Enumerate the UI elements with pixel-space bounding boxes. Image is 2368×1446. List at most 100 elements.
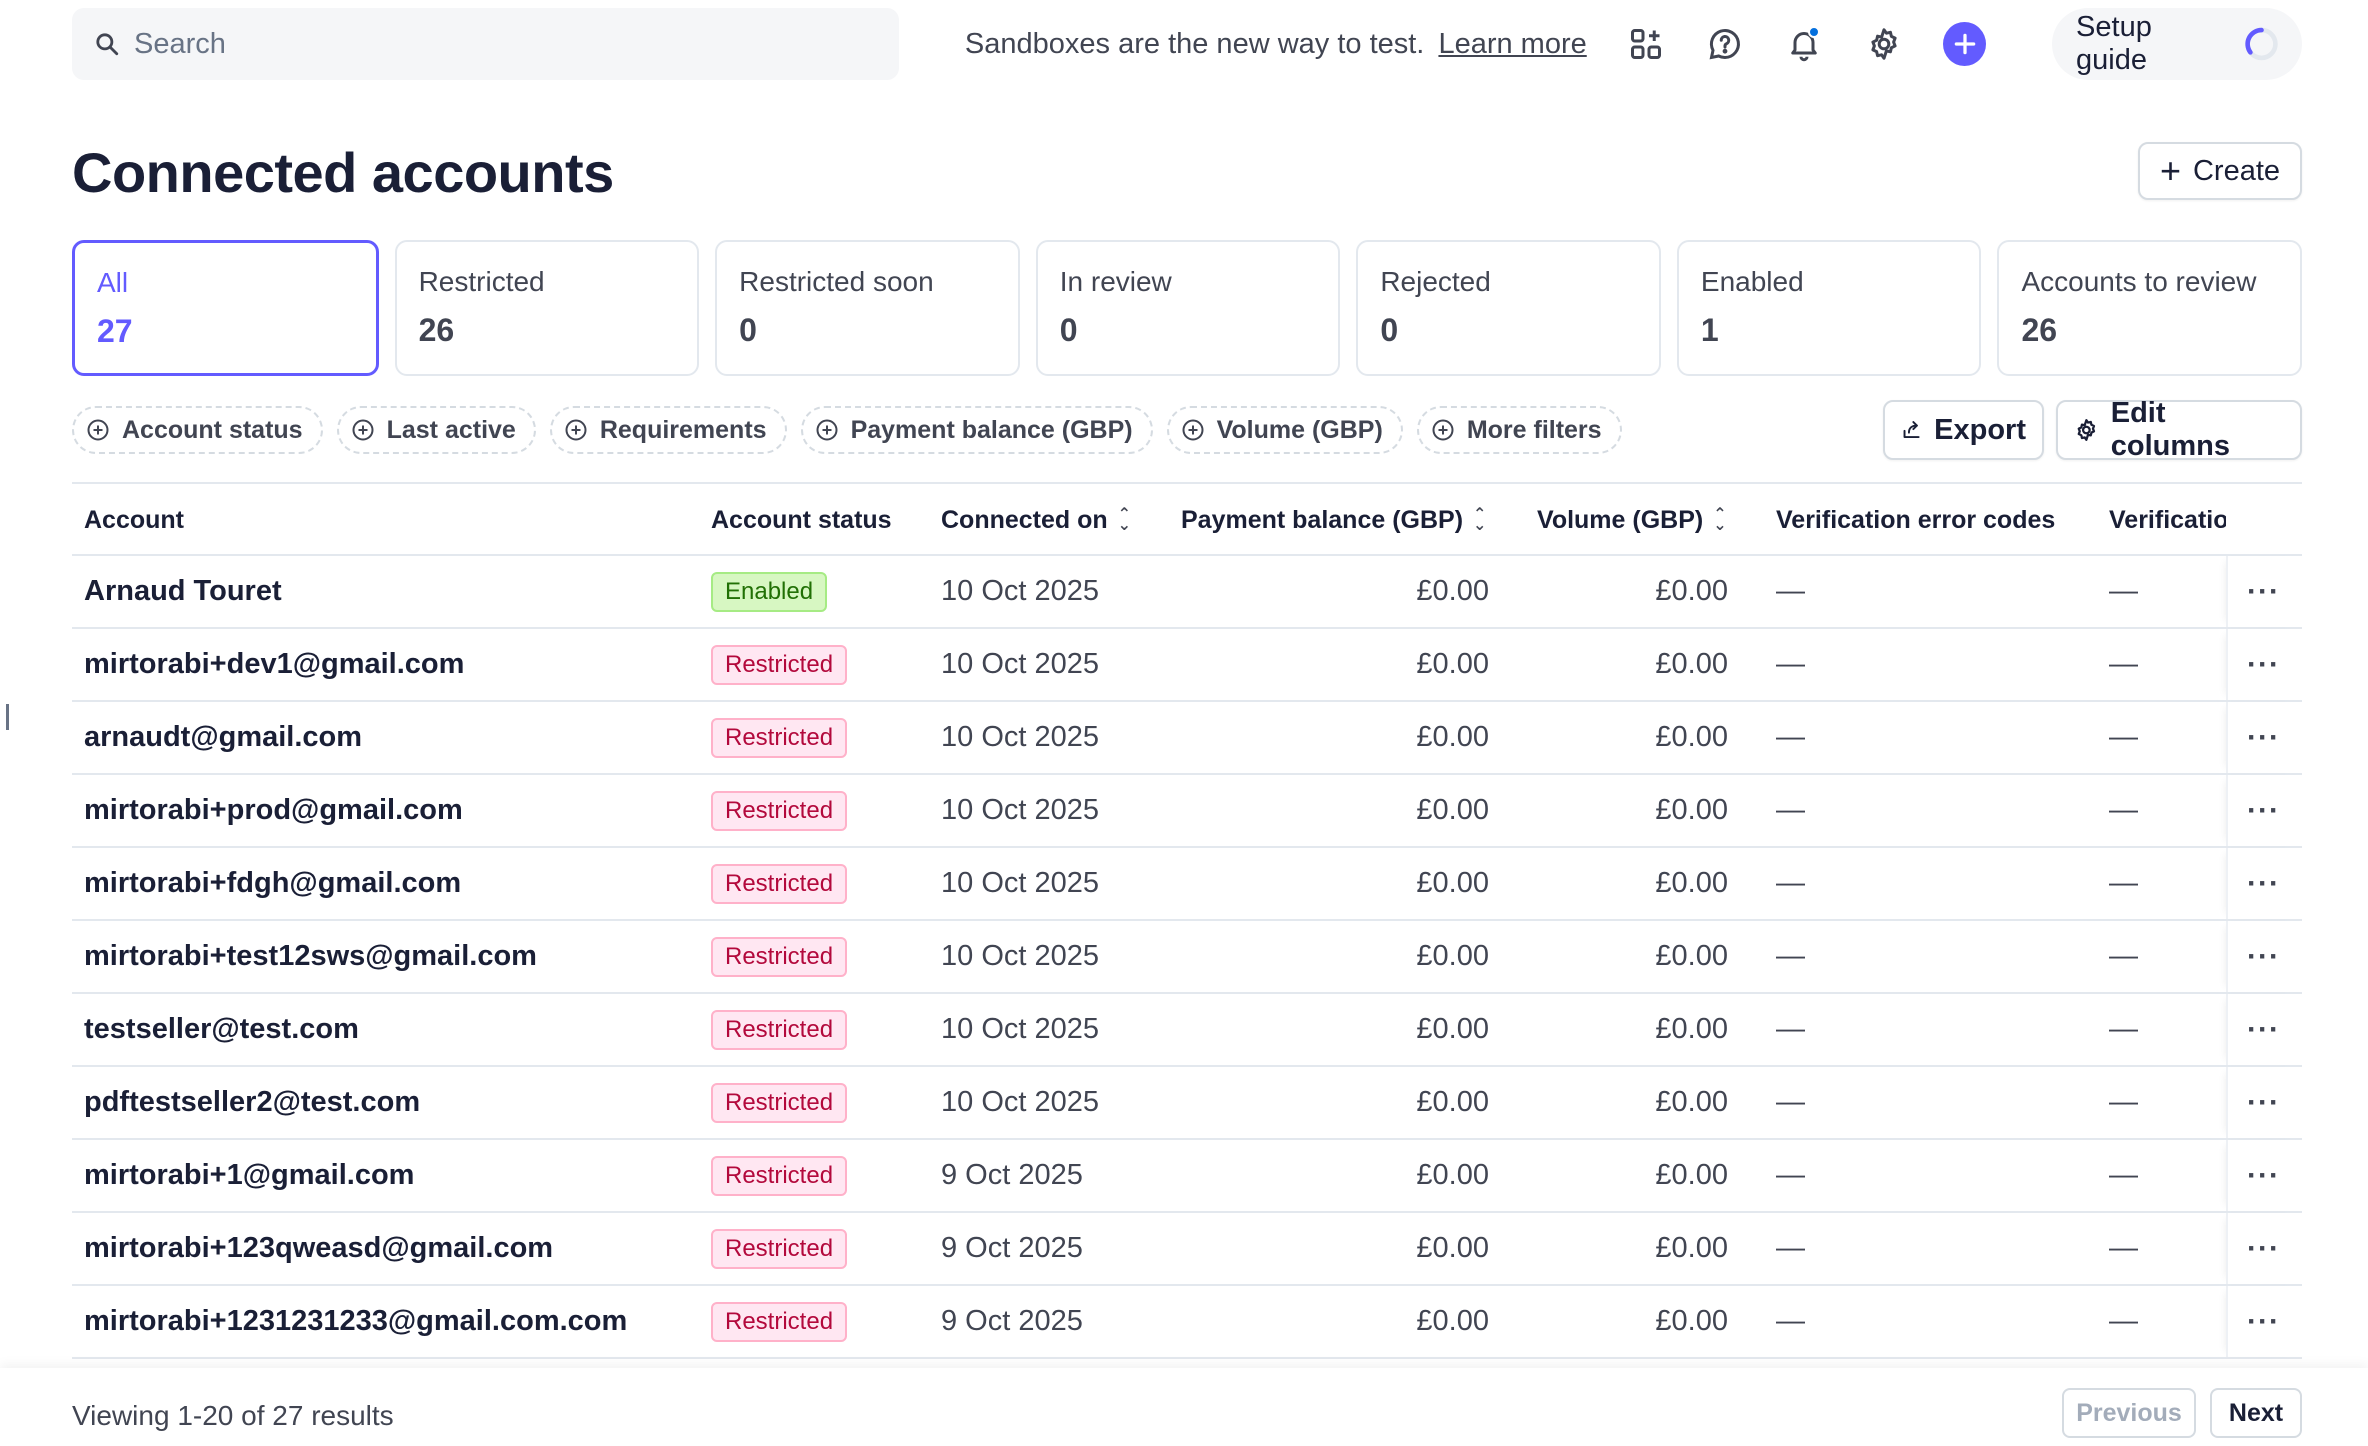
filter-volume[interactable]: Volume (GBP): [1166, 406, 1403, 454]
table-row[interactable]: mirtorabi+dev1@gmail.com Restricted 10 Oct…: [72, 629, 2302, 702]
row-actions-column: ···: [2226, 848, 2302, 919]
connected-on: 9 Oct 2025: [941, 1305, 1083, 1337]
more-options-icon[interactable]: ···: [2247, 775, 2280, 846]
sort-icon: ⌃ ⌄: [1117, 505, 1132, 534]
connected-on: 10 Oct 2025: [941, 575, 1099, 607]
export-label: Export: [1934, 413, 2026, 446]
status-badge: Restricted: [711, 936, 848, 977]
filter-last-active[interactable]: Last active: [336, 406, 536, 454]
more-options-icon[interactable]: ···: [2247, 848, 2280, 919]
more-options-icon[interactable]: ···: [2247, 556, 2280, 627]
plus-circle-icon: [565, 419, 587, 441]
card-enabled[interactable]: Enabled 1: [1676, 240, 1982, 376]
pagination-footer: Viewing 1-20 of 27 results Previous Next: [0, 1368, 2368, 1446]
volume: £0.00: [1655, 940, 1728, 972]
settings-icon[interactable]: [1864, 24, 1903, 64]
account-name[interactable]: testseller@test.com: [84, 994, 359, 1065]
filter-label: Last active: [386, 415, 516, 444]
card-all[interactable]: All 27: [72, 240, 379, 376]
status-badge: Restricted: [711, 1301, 848, 1342]
verification: —: [2109, 648, 2138, 680]
account-name[interactable]: mirtorabi+123qweasd@gmail.com: [84, 1213, 553, 1284]
verification-error-codes: —: [1776, 1086, 1805, 1118]
row-actions-column: ···: [2226, 1067, 2302, 1138]
card-restricted-soon[interactable]: Restricted soon 0: [715, 240, 1020, 376]
more-options-icon[interactable]: ···: [2247, 1286, 2280, 1357]
verification: —: [2109, 1305, 2138, 1337]
table-row[interactable]: mirtorabi+prod@gmail.com Restricted 10 Oct…: [72, 775, 2302, 848]
help-icon[interactable]: [1706, 24, 1745, 64]
more-options-icon[interactable]: ···: [2247, 1213, 2280, 1284]
notifications-icon[interactable]: [1785, 24, 1824, 64]
status-badge: Restricted: [711, 790, 848, 831]
table-row[interactable]: mirtorabi+1@gmail.com Restricted 9 Oct 202…: [72, 1140, 2302, 1213]
card-rejected[interactable]: Rejected 0: [1356, 240, 1661, 376]
card-label: Restricted soon: [739, 266, 934, 297]
resize-handle[interactable]: [6, 704, 9, 730]
account-name[interactable]: mirtorabi+1231231233@gmail.com.com: [84, 1286, 627, 1357]
filter-label: Payment balance (GBP): [850, 415, 1133, 444]
card-restricted[interactable]: Restricted 26: [394, 240, 700, 376]
account-name[interactable]: pdftestseller2@test.com: [84, 1067, 420, 1138]
quick-create-button[interactable]: [1943, 22, 1987, 66]
table-row[interactable]: pdftestseller2@test.com Restricted 10 Oct …: [72, 1067, 2302, 1140]
account-name[interactable]: mirtorabi+test12sws@gmail.com: [84, 921, 537, 992]
card-label: Restricted: [418, 266, 545, 297]
filter-more[interactable]: More filters: [1416, 406, 1622, 454]
next-button[interactable]: Next: [2210, 1388, 2302, 1438]
col-volume[interactable]: Volume (GBP) ⌃ ⌄: [1537, 484, 1727, 556]
table-row[interactable]: mirtorabi+1231231233@gmail.com.com Restri…: [72, 1286, 2302, 1359]
table-row[interactable]: mirtorabi+123qweasd@gmail.com Restricted 9…: [72, 1213, 2302, 1286]
payment-balance: £0.00: [1416, 1086, 1489, 1118]
setup-guide-button[interactable]: Setup guide: [2052, 8, 2303, 80]
status-cell: Restricted: [711, 629, 848, 700]
learn-more-link[interactable]: Learn more: [1438, 28, 1586, 60]
verification: —: [2109, 1086, 2138, 1118]
row-actions-column: ···: [2226, 775, 2302, 846]
export-button[interactable]: Export: [1883, 400, 2044, 460]
col-verification: Verificatio: [2109, 505, 2226, 534]
card-accounts-to-review[interactable]: Accounts to review 26: [1997, 240, 2303, 376]
filter-account-status[interactable]: Account status: [72, 406, 323, 454]
volume: £0.00: [1655, 1232, 1728, 1264]
account-name[interactable]: mirtorabi+fdgh@gmail.com: [84, 848, 461, 919]
account-name[interactable]: Arnaud Touret: [84, 556, 282, 627]
filter-payment-balance[interactable]: Payment balance (GBP): [800, 406, 1153, 454]
more-options-icon[interactable]: ···: [2247, 1140, 2280, 1211]
account-name[interactable]: mirtorabi+prod@gmail.com: [84, 775, 463, 846]
table-row[interactable]: Arnaud Touret Enabled 10 Oct 2025 £0.00 £0.0…: [72, 556, 2302, 629]
col-connected-on[interactable]: Connected on ⌃ ⌄: [941, 484, 1131, 556]
more-options-icon[interactable]: ···: [2247, 994, 2280, 1065]
more-options-icon[interactable]: ···: [2247, 1067, 2280, 1138]
table-row[interactable]: mirtorabi+test12sws@gmail.com Restricted 1…: [72, 921, 2302, 994]
edit-columns-button[interactable]: Edit columns: [2056, 397, 2302, 462]
table-row[interactable]: testseller@test.com Restricted 10 Oct 2025…: [72, 994, 2302, 1067]
plus-circle-icon: [1182, 419, 1204, 441]
more-options-icon[interactable]: ···: [2247, 921, 2280, 992]
setup-guide-label: Setup guide: [2076, 11, 2152, 76]
more-options-icon[interactable]: ···: [2247, 629, 2280, 700]
search-input[interactable]: Search: [72, 8, 899, 80]
verification-error-codes: —: [1776, 575, 1805, 607]
volume: £0.00: [1655, 794, 1728, 826]
plus-icon: [1954, 33, 1975, 55]
account-name[interactable]: mirtorabi+1@gmail.com: [84, 1140, 414, 1211]
create-button[interactable]: + Create: [2138, 142, 2302, 200]
payment-balance: £0.00: [1416, 1232, 1489, 1264]
volume: £0.00: [1655, 648, 1728, 680]
card-count: 27: [97, 313, 133, 349]
table-row[interactable]: mirtorabi+fdgh@gmail.com Restricted 10 Oct…: [72, 848, 2302, 921]
card-in-review[interactable]: In review 0: [1035, 240, 1341, 376]
filter-label: Account status: [122, 415, 303, 444]
col-payment-balance[interactable]: Payment balance (GBP) ⌃ ⌄: [1181, 484, 1486, 556]
apps-icon[interactable]: [1627, 24, 1666, 64]
row-actions-column: ···: [2226, 1286, 2302, 1357]
status-cell: Restricted: [711, 1213, 848, 1284]
account-name[interactable]: arnaudt@gmail.com: [84, 702, 362, 773]
previous-button[interactable]: Previous: [2062, 1388, 2196, 1438]
account-name[interactable]: mirtorabi+dev1@gmail.com: [84, 629, 464, 700]
table-row[interactable]: arnaudt@gmail.com Restricted 10 Oct 2025 £0…: [72, 702, 2302, 775]
filter-requirements[interactable]: Requirements: [549, 406, 787, 454]
more-options-icon[interactable]: ···: [2247, 702, 2280, 773]
payment-balance: £0.00: [1416, 794, 1489, 826]
